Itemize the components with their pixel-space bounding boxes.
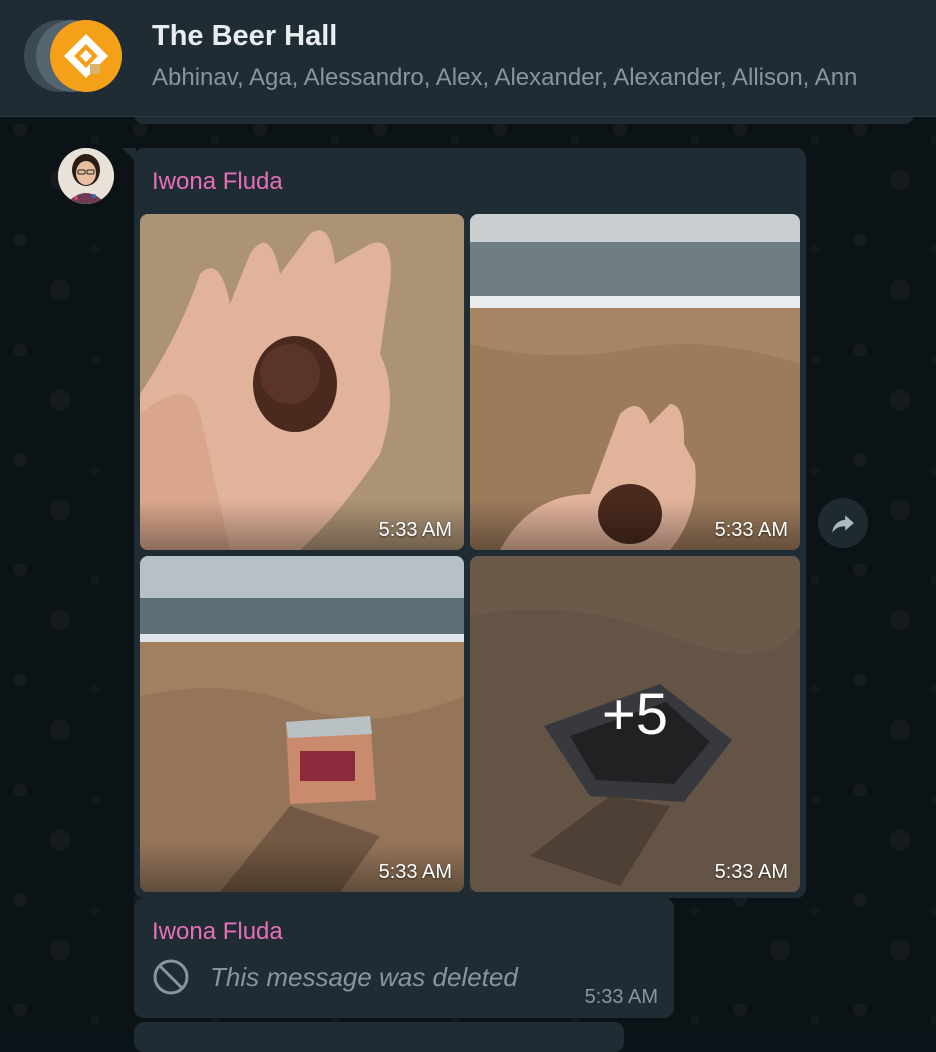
sender-avatar[interactable] [58, 148, 114, 204]
chat-members-list[interactable]: Abhinav, Aga, Alessandro, Alex, Alexande… [152, 64, 936, 92]
photo-timestamp: 5:33 AM [714, 519, 788, 541]
more-photos-overlay[interactable]: +5 [470, 556, 800, 892]
deleted-message-text: This message was deleted [210, 962, 518, 992]
deleted-message-bubble[interactable]: Iwona Fluda This message was deleted 5:3… [134, 898, 674, 1018]
album-photo-2[interactable]: 5:33 AM [470, 214, 800, 550]
album-photo-4[interactable]: +5 5:33 AM [470, 556, 800, 892]
sender-name[interactable]: Iwona Fluda [152, 168, 283, 196]
forward-button[interactable] [818, 498, 868, 548]
bubble-tail [122, 148, 136, 162]
chat-header[interactable]: The Beer Hall Abhinav, Aga, Alessandro, … [0, 0, 936, 117]
group-avatar[interactable] [50, 20, 122, 92]
sender-name[interactable]: Iwona Fluda [152, 918, 283, 946]
group-logo-icon [50, 20, 122, 92]
group-avatar-stack[interactable] [24, 20, 124, 92]
blocked-circle-icon [153, 959, 189, 995]
photo-timestamp: 5:33 AM [378, 519, 452, 541]
forward-arrow-icon [832, 515, 854, 533]
next-message-bubble [134, 1022, 624, 1052]
more-photos-count: +5 [601, 681, 669, 747]
album-photo-1[interactable]: 5:33 AM [140, 214, 464, 550]
photo-timestamp: 5:33 AM [378, 861, 452, 883]
photo-timestamp: 5:33 AM [714, 861, 788, 883]
sender-photo [58, 148, 114, 204]
album-photo-3[interactable]: 5:33 AM [140, 556, 464, 892]
album-message-bubble[interactable]: Iwona Fluda 5:33 AM 5:33 AM 5:33 AM +5 5… [122, 148, 806, 898]
message-timestamp: 5:33 AM [584, 986, 658, 1008]
chat-title[interactable]: The Beer Hall [152, 20, 337, 53]
